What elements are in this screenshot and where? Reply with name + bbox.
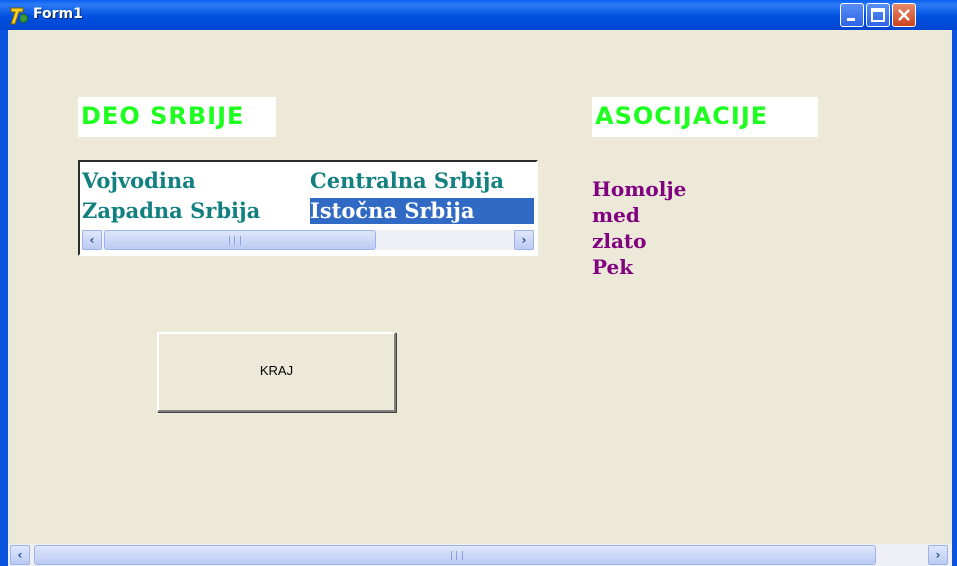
association-item: med: [592, 203, 640, 227]
asocijacije-label: ASOCIJACIJE: [592, 97, 818, 137]
close-button[interactable]: [892, 3, 916, 27]
grip-icon: [451, 551, 463, 560]
maximize-button[interactable]: [866, 3, 890, 27]
close-icon: [898, 9, 910, 21]
minimize-button[interactable]: [840, 3, 864, 27]
list-item[interactable]: Centralna Srbija: [310, 168, 504, 194]
deo-srbije-label: DEO SRBIJE: [78, 97, 276, 137]
association-item: Homolje: [592, 177, 687, 201]
kraj-button[interactable]: KRAJ: [157, 332, 396, 412]
listbox-horizontal-scrollbar[interactable]: ‹ ›: [82, 230, 534, 250]
window-frame-right: [952, 30, 957, 566]
arrow-left-icon[interactable]: ‹: [82, 230, 102, 250]
associations-list: Homolje med zlato Pek: [592, 176, 686, 280]
arrow-right-icon[interactable]: ›: [514, 230, 534, 250]
title-bar[interactable]: Form1: [0, 0, 957, 30]
minimize-icon: [847, 18, 855, 21]
form-horizontal-scrollbar[interactable]: ‹ ›: [8, 544, 952, 566]
grip-icon: [229, 236, 241, 245]
window-title: Form1: [33, 6, 83, 22]
list-item[interactable]: Vojvodina: [82, 168, 196, 194]
form-window: Form1 DEO SRBIJE ASOCIJACIJE Vojvodina Z…: [0, 0, 957, 566]
regions-listbox[interactable]: Vojvodina Zapadna Srbija Centralna Srbij…: [78, 160, 538, 256]
window-frame-left: [0, 30, 8, 566]
association-item: Pek: [592, 255, 634, 279]
app-icon: [10, 7, 28, 25]
arrow-left-icon[interactable]: ‹: [10, 545, 30, 565]
list-item[interactable]: Zapadna Srbija: [82, 198, 260, 224]
maximize-icon: [871, 8, 885, 22]
list-item-selected[interactable]: Istočna Srbija: [310, 198, 534, 224]
form-scroll-thumb[interactable]: [34, 545, 876, 565]
association-item: zlato: [592, 229, 647, 253]
listbox-scroll-thumb[interactable]: [104, 230, 376, 250]
arrow-right-icon[interactable]: ›: [928, 545, 948, 565]
